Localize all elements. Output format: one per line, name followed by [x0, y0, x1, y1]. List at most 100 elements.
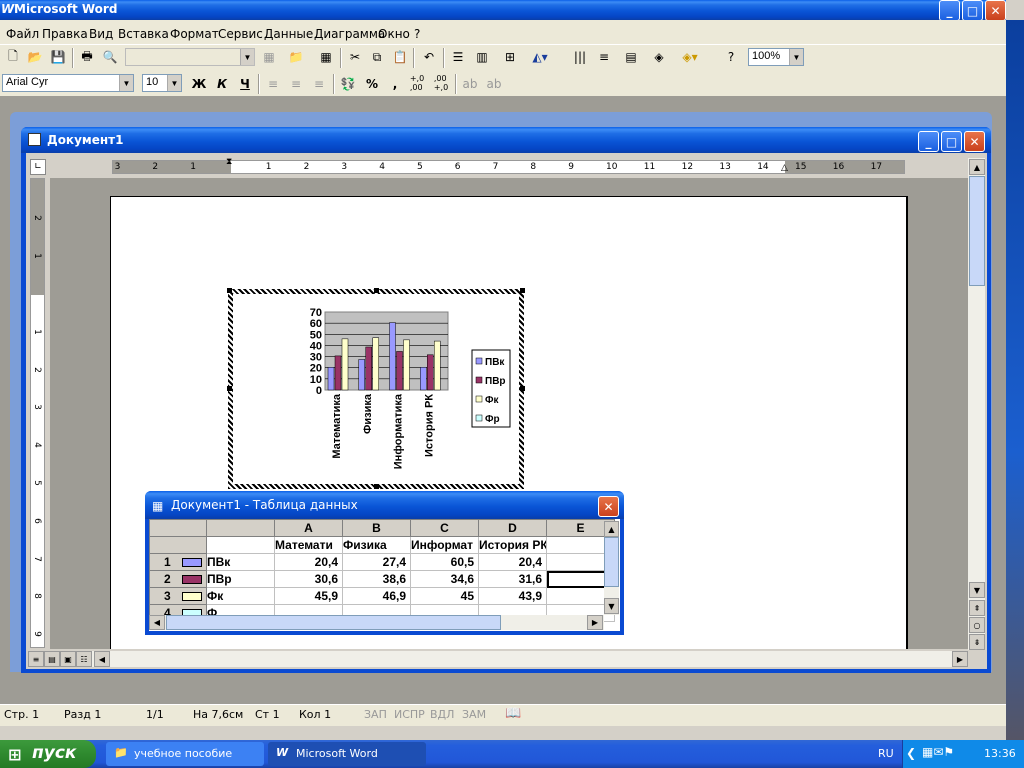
doc-maximize-button[interactable]: □: [941, 131, 962, 152]
tray-icons[interactable]: ▦✉⚑: [922, 745, 954, 759]
underline-button[interactable]: Ч: [235, 74, 255, 94]
ds-scroll-right[interactable]: ▶: [587, 615, 603, 630]
align-left-icon[interactable]: ≡: [263, 74, 283, 94]
increase-decimal-button[interactable]: +,0 ,00: [407, 73, 427, 93]
column-header-empty[interactable]: [206, 519, 275, 537]
open-icon[interactable]: 📂: [25, 47, 45, 67]
zoom-combo[interactable]: 100% ▼: [748, 48, 804, 66]
by-column-icon[interactable]: ▥: [472, 47, 492, 67]
data-cell[interactable]: 38,6: [342, 570, 411, 588]
angle-up-icon[interactable]: ab: [484, 74, 504, 94]
format-object-icon[interactable]: ▦: [259, 47, 279, 67]
category-cell[interactable]: Математи: [274, 536, 343, 554]
data-cell[interactable]: 43,9: [478, 587, 547, 605]
menu-chart[interactable]: Диаграмма: [314, 27, 385, 41]
row-header-empty[interactable]: [149, 536, 207, 554]
italic-button[interactable]: К: [212, 74, 232, 94]
datasheet-close-button[interactable]: ✕: [598, 496, 619, 517]
fill-color-icon[interactable]: ◈▾: [680, 47, 700, 67]
ds-scroll-up[interactable]: ▲: [604, 521, 619, 537]
resize-handle[interactable]: [227, 288, 232, 293]
align-center-icon[interactable]: ≡: [286, 74, 306, 94]
category-cell[interactable]: Физика: [342, 536, 411, 554]
print-preview-icon[interactable]: 🔍: [100, 47, 120, 67]
new-icon[interactable]: 🗋: [3, 47, 23, 67]
data-cell[interactable]: 45: [410, 587, 479, 605]
decrease-decimal-button[interactable]: ,00 +,0: [431, 73, 451, 93]
size-combo[interactable]: 10 ▼: [142, 74, 182, 92]
scroll-thumb[interactable]: [969, 176, 985, 286]
column-header[interactable]: B: [342, 519, 411, 537]
row-header[interactable]: 3: [149, 587, 207, 605]
next-page-button[interactable]: ⇟: [969, 634, 985, 650]
bold-button[interactable]: Ж: [189, 74, 209, 94]
category-cell[interactable]: Информат: [410, 536, 479, 554]
resize-handle[interactable]: [520, 288, 525, 293]
ds-scroll-down[interactable]: ▼: [604, 598, 619, 614]
spelling-status-icon[interactable]: 📖: [505, 706, 521, 721]
outline-view-button[interactable]: ☷: [76, 651, 92, 667]
menu-window[interactable]: Окно: [378, 27, 410, 41]
help-icon[interactable]: ?: [721, 47, 741, 67]
menu-tools[interactable]: Сервис: [218, 27, 263, 41]
menu-help[interactable]: ?: [414, 27, 420, 41]
save-icon[interactable]: 💾: [48, 47, 68, 67]
select-browse-object-button[interactable]: ○: [969, 617, 985, 633]
first-line-indent-marker[interactable]: ⧗: [226, 157, 232, 167]
data-table-icon[interactable]: ⊞: [500, 47, 520, 67]
paste-icon[interactable]: 📋: [390, 47, 410, 67]
cell[interactable]: [206, 536, 275, 554]
status-ovr[interactable]: ЗАМ: [462, 708, 486, 721]
menu-edit[interactable]: Правка: [42, 27, 88, 41]
taskbar-item-folder[interactable]: 📁 учебное пособие: [106, 742, 264, 766]
start-button[interactable]: ⊞ пуск: [0, 740, 96, 768]
data-cell[interactable]: 46,9: [342, 587, 411, 605]
series-name-cell[interactable]: ПВк: [206, 553, 275, 571]
import-file-icon[interactable]: 📁: [286, 47, 306, 67]
status-rec[interactable]: ЗАП: [364, 708, 387, 721]
menu-view[interactable]: Вид: [89, 27, 113, 41]
font-combo[interactable]: Arial Cyr ▼: [2, 74, 134, 92]
resize-handle[interactable]: [374, 288, 379, 293]
column-header[interactable]: C: [410, 519, 479, 537]
normal-view-button[interactable]: ≡: [28, 651, 44, 667]
menu-data[interactable]: Данные: [264, 27, 313, 41]
menu-format[interactable]: Формат: [170, 27, 219, 41]
resize-handle[interactable]: [374, 484, 379, 489]
close-button[interactable]: ✕: [985, 0, 1006, 21]
data-cell[interactable]: 45,9: [274, 587, 343, 605]
tray-arrow-icon[interactable]: ❮: [906, 746, 916, 760]
datasheet-hscroll[interactable]: ◀ ▶: [149, 615, 604, 630]
data-cell[interactable]: 20,4: [478, 553, 547, 571]
category-gridlines-icon[interactable]: |||: [570, 47, 590, 67]
value-gridlines-icon[interactable]: ≡: [594, 47, 614, 67]
status-ext[interactable]: ВДЛ: [430, 708, 454, 721]
scroll-up-button[interactable]: ▲: [969, 159, 985, 175]
angle-down-icon[interactable]: ab: [460, 74, 480, 94]
row-header[interactable]: 1: [149, 553, 207, 571]
horizontal-scrollbar[interactable]: [28, 651, 968, 667]
ds-scroll-thumb[interactable]: [604, 537, 619, 587]
minimize-button[interactable]: _: [939, 0, 960, 21]
resize-handle[interactable]: [227, 386, 232, 391]
copy-icon[interactable]: ⧉: [367, 47, 387, 67]
data-cell[interactable]: 60,5: [410, 553, 479, 571]
datasheet-vscroll[interactable]: ▲ ▼: [604, 521, 619, 615]
data-cell[interactable]: 30,6: [274, 570, 343, 588]
data-cell[interactable]: 27,4: [342, 553, 411, 571]
undo-icon[interactable]: ↶: [419, 47, 439, 67]
print-view-button[interactable]: ▣: [60, 651, 76, 667]
web-view-button[interactable]: ▤: [44, 651, 60, 667]
comma-button[interactable]: ,: [385, 74, 405, 94]
doc-minimize-button[interactable]: _: [918, 131, 939, 152]
language-indicator[interactable]: RU: [878, 747, 894, 760]
data-cell[interactable]: 31,6: [478, 570, 547, 588]
data-cell[interactable]: 34,6: [410, 570, 479, 588]
column-header[interactable]: A: [274, 519, 343, 537]
ds-hscroll-thumb[interactable]: [166, 615, 501, 630]
by-row-icon[interactable]: ☰: [448, 47, 468, 67]
doc-close-button[interactable]: ✕: [964, 131, 985, 152]
row-header[interactable]: 2: [149, 570, 207, 588]
scroll-left-button[interactable]: ◀: [94, 651, 110, 667]
data-cell[interactable]: 20,4: [274, 553, 343, 571]
